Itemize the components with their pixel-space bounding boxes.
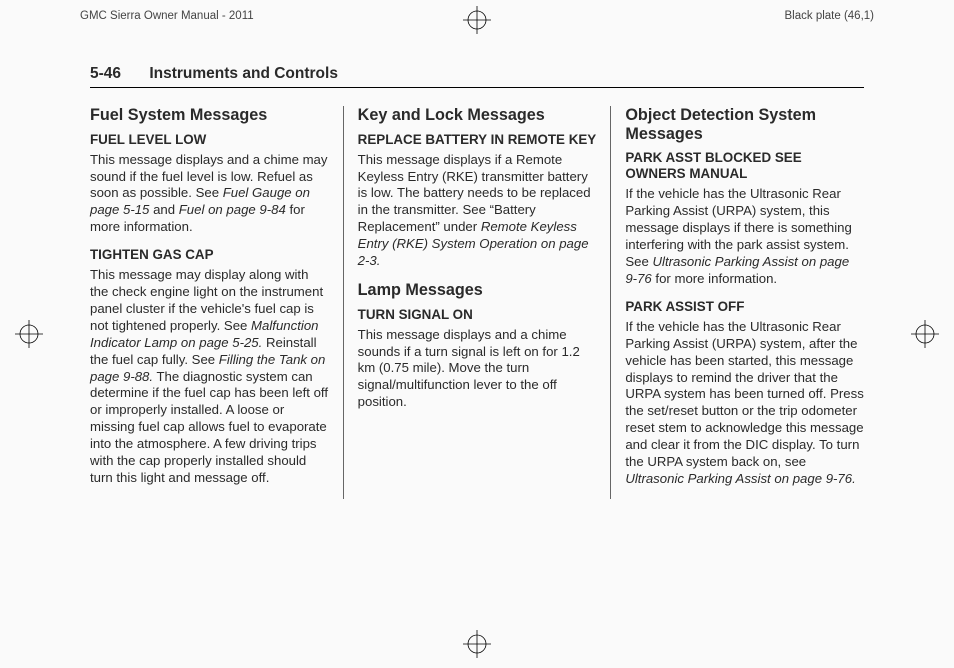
chapter-title: Instruments and Controls bbox=[149, 65, 338, 82]
paragraph: This message displays and a chime sounds… bbox=[358, 327, 597, 411]
register-mark-left-icon bbox=[15, 320, 43, 348]
paragraph: If the vehicle has the Ultrasonic Rear P… bbox=[625, 319, 864, 488]
crop-header: GMC Sierra Owner Manual - 2011 Black pla… bbox=[80, 10, 874, 22]
register-mark-right-icon bbox=[911, 320, 939, 348]
register-mark-top-icon bbox=[463, 6, 491, 34]
paragraph: This message displays if a Remote Keyles… bbox=[358, 152, 597, 270]
running-head: 5-46 Instruments and Controls bbox=[90, 65, 864, 88]
body-text: for more information. bbox=[652, 271, 777, 286]
section-heading: Fuel System Messages bbox=[90, 106, 329, 125]
section-heading: Key and Lock Messages bbox=[358, 106, 597, 125]
column-3: Object Detection System Messages PARK AS… bbox=[610, 106, 864, 499]
subsection-heading: FUEL LEVEL LOW bbox=[90, 132, 329, 148]
cross-ref: Ultrasonic Parking Assist on page 9-76. bbox=[625, 471, 855, 486]
paragraph: If the vehicle has the Ultrasonic Rear P… bbox=[625, 186, 864, 287]
subsection-heading: PARK ASST BLOCKED SEE OWNERS MANUAL bbox=[625, 150, 864, 182]
column-1: Fuel System Messages FUEL LEVEL LOW This… bbox=[90, 106, 343, 499]
section-heading: Lamp Messages bbox=[358, 281, 597, 300]
body-text: and bbox=[149, 202, 178, 217]
subsection-heading: PARK ASSIST OFF bbox=[625, 299, 864, 315]
paragraph: This message may display along with the … bbox=[90, 267, 329, 487]
subsection-heading: TURN SIGNAL ON bbox=[358, 307, 597, 323]
cross-ref: Fuel on page 9-84 bbox=[179, 202, 286, 217]
crop-left-label: GMC Sierra Owner Manual - 2011 bbox=[80, 10, 254, 22]
section-heading: Object Detection System Messages bbox=[625, 106, 864, 143]
subsection-heading: REPLACE BATTERY IN REMOTE KEY bbox=[358, 132, 597, 148]
page-body: 5-46 Instruments and Controls Fuel Syste… bbox=[90, 65, 864, 628]
body-text: If the vehicle has the Ultrasonic Rear P… bbox=[625, 319, 863, 469]
register-mark-bottom-icon bbox=[463, 630, 491, 658]
column-2: Key and Lock Messages REPLACE BATTERY IN… bbox=[343, 106, 611, 499]
body-text: The diagnostic system can determine if t… bbox=[90, 369, 328, 485]
subsection-heading: TIGHTEN GAS CAP bbox=[90, 247, 329, 263]
paragraph: This message displays and a chime may so… bbox=[90, 152, 329, 236]
content-columns: Fuel System Messages FUEL LEVEL LOW This… bbox=[90, 106, 864, 499]
page-number: 5-46 bbox=[90, 65, 121, 82]
crop-right-label: Black plate (46,1) bbox=[785, 10, 875, 22]
